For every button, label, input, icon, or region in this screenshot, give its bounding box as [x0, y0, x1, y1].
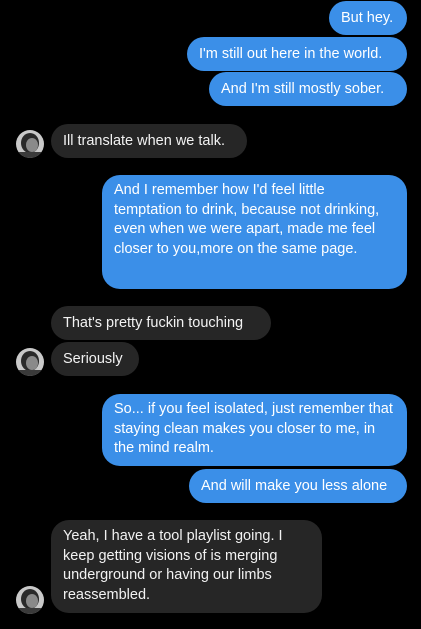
- incoming-message[interactable]: Yeah, I have a tool playlist going. I ke…: [51, 520, 322, 613]
- incoming-message[interactable]: That's pretty fuckin touching: [51, 306, 271, 340]
- avatar-photo-icon: [16, 130, 44, 158]
- outgoing-message[interactable]: And I'm still mostly sober.: [209, 72, 407, 106]
- incoming-message[interactable]: Ill translate when we talk.: [51, 124, 247, 158]
- outgoing-message[interactable]: And will make you less alone: [189, 469, 407, 503]
- contact-avatar[interactable]: [16, 586, 44, 614]
- contact-avatar[interactable]: [16, 348, 44, 376]
- incoming-message[interactable]: Seriously: [51, 342, 139, 376]
- outgoing-message[interactable]: And I remember how I'd feel little tempt…: [102, 175, 407, 289]
- outgoing-message[interactable]: So... if you feel isolated, just remembe…: [102, 394, 407, 466]
- avatar-photo-icon: [16, 586, 44, 614]
- avatar-photo-icon: [16, 348, 44, 376]
- contact-avatar[interactable]: [16, 130, 44, 158]
- outgoing-message[interactable]: I'm still out here in the world.: [187, 37, 407, 71]
- outgoing-message[interactable]: But hey.: [329, 1, 407, 35]
